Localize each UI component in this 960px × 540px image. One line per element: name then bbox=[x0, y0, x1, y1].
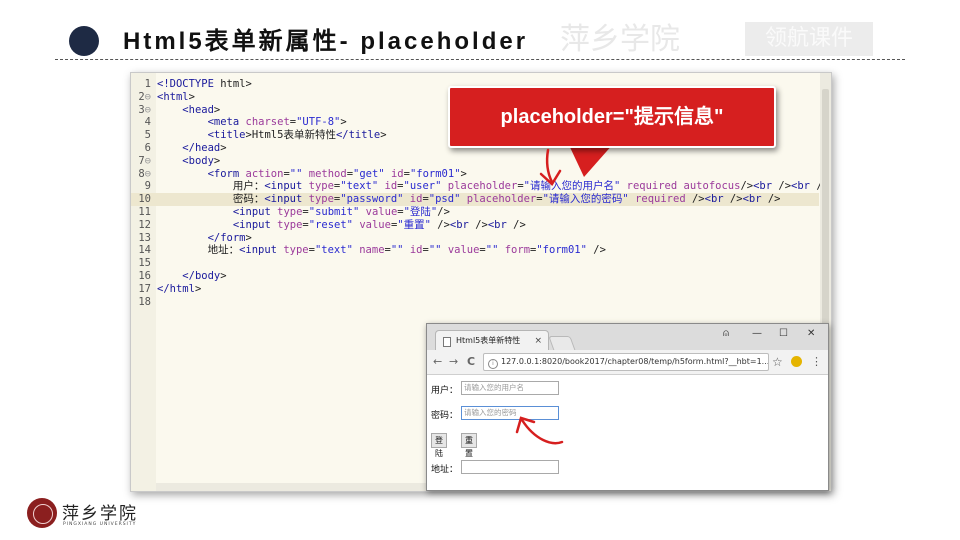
tab-close-icon[interactable]: × bbox=[534, 331, 542, 351]
new-tab-button[interactable] bbox=[548, 336, 576, 351]
browser-tab-bar: Html5表单新特性 × ⍝ — ☐ ✕ bbox=[427, 324, 828, 351]
tab-title: Html5表单新特性 bbox=[456, 336, 521, 345]
code-line: 11 <input type="submit" value="登陆"/> bbox=[131, 206, 819, 219]
line-number: 10 bbox=[138, 193, 151, 206]
code-text: 地址：<input type="text" name="" id="" valu… bbox=[157, 244, 606, 257]
address-label: 地址： bbox=[431, 465, 459, 475]
browser-tab[interactable]: Html5表单新特性 × bbox=[435, 330, 549, 351]
line-number: 17 bbox=[138, 282, 151, 295]
user-label: 用户： bbox=[431, 386, 459, 396]
line-number: 6 bbox=[144, 141, 151, 154]
code-text: <html> bbox=[157, 90, 195, 103]
browser-address-bar: ← → C i 127.0.0.1:8020/book2017/chapter08… bbox=[427, 350, 828, 375]
line-number: 8⊖ bbox=[138, 167, 151, 180]
callout-box: placeholder="提示信息" bbox=[448, 86, 776, 148]
line-number: 12 bbox=[138, 218, 151, 231]
user-input[interactable]: 请输入您的用户名 bbox=[461, 381, 559, 395]
code-text: </form> bbox=[207, 231, 252, 244]
callout-text: placeholder="提示信息" bbox=[500, 106, 724, 128]
page-icon bbox=[443, 337, 451, 347]
university-english-name: PINGXIANG UNIVERSITY bbox=[63, 522, 137, 527]
info-icon[interactable]: i bbox=[488, 359, 498, 369]
code-line: 15 bbox=[131, 257, 819, 270]
rendered-form: 用户： 请输入您的用户名 密码： 请输入您的密码 登陆 重置 地址： bbox=[427, 375, 828, 490]
url-text: 127.0.0.1:8020/book2017/chapter08/temp/h… bbox=[501, 357, 769, 366]
slide-title: Html5表单新属性- placeholder bbox=[123, 28, 529, 55]
submit-button[interactable]: 登陆 bbox=[431, 433, 447, 458]
line-number: 5 bbox=[144, 129, 151, 142]
line-number: 14 bbox=[138, 244, 151, 257]
password-label: 密码： bbox=[431, 411, 459, 421]
code-text: </body> bbox=[182, 269, 227, 282]
code-line: 10 密码：<input type="password" id="psd" pl… bbox=[131, 193, 819, 206]
line-number: 15 bbox=[138, 257, 151, 270]
code-text: </head> bbox=[182, 141, 227, 154]
browser-window: Html5表单新特性 × ⍝ — ☐ ✕ ← → C i 127.0.0.1:80… bbox=[426, 323, 829, 491]
code-line: 9 用户：<input type="text" id="user" placeh… bbox=[131, 180, 829, 193]
code-text: <title>Html5表单新特性</title> bbox=[207, 129, 387, 142]
line-number: 13 bbox=[138, 231, 151, 244]
line-number: 9 bbox=[144, 180, 151, 193]
code-line: 12 <input type="reset" value="重置" /><br … bbox=[131, 219, 819, 232]
close-window-icon[interactable]: ✕ bbox=[807, 327, 815, 341]
line-number: 1 bbox=[144, 78, 151, 90]
reload-icon[interactable]: C bbox=[467, 354, 475, 370]
minimize-icon[interactable]: — bbox=[752, 327, 762, 341]
line-number: 16 bbox=[138, 269, 151, 282]
code-text: <input type="reset" value="重置" /><br /><… bbox=[232, 218, 526, 231]
watermark-school-name: 萍乡学院 bbox=[560, 22, 680, 57]
title-bullet-dot bbox=[69, 26, 99, 56]
code-line: 7⊖ <body> bbox=[131, 155, 819, 168]
code-text: <meta charset="UTF-8"> bbox=[207, 116, 347, 129]
line-number: 7⊖ bbox=[138, 154, 151, 167]
browser-menu-icon[interactable]: ⋮ bbox=[811, 354, 822, 370]
university-seal-logo bbox=[27, 498, 57, 528]
code-text: <form action="" method="get" id="form01"… bbox=[207, 167, 467, 180]
code-text: </html> bbox=[157, 282, 202, 295]
line-number: 4 bbox=[144, 116, 151, 129]
title-divider bbox=[55, 59, 905, 60]
watermark-courseware-badge: 领航课件 bbox=[745, 22, 873, 56]
code-text: 用户：<input type="text" id="user" placehol… bbox=[157, 180, 829, 193]
url-input[interactable]: i 127.0.0.1:8020/book2017/chapter08/temp/… bbox=[483, 353, 769, 371]
code-text: <body> bbox=[182, 154, 221, 167]
extension-icon[interactable] bbox=[791, 356, 802, 367]
code-line: 8⊖ <form action="" method="get" id="form… bbox=[131, 168, 819, 181]
code-line: 18 bbox=[131, 296, 819, 309]
line-number: 3⊖ bbox=[138, 103, 151, 116]
line-number: 18 bbox=[138, 295, 151, 308]
code-text: <!DOCTYPE html> bbox=[157, 78, 252, 90]
account-icon[interactable]: ⍝ bbox=[723, 327, 729, 341]
callout-pointer bbox=[568, 143, 614, 177]
back-icon[interactable]: ← bbox=[433, 354, 442, 370]
code-line: 16 </body> bbox=[131, 270, 819, 283]
maximize-icon[interactable]: ☐ bbox=[779, 327, 788, 341]
code-text: <input type="submit" value="登陆"/> bbox=[232, 205, 450, 218]
password-input[interactable]: 请输入您的密码 bbox=[461, 406, 559, 420]
address-input[interactable] bbox=[461, 460, 559, 474]
bookmark-star-icon[interactable]: ☆ bbox=[772, 354, 783, 370]
code-text: <head> bbox=[182, 103, 221, 116]
line-number: 11 bbox=[138, 205, 151, 218]
code-line: 17 </html> bbox=[131, 283, 819, 296]
code-line: 13 </form> bbox=[131, 232, 819, 245]
forward-icon[interactable]: → bbox=[449, 354, 458, 370]
code-text: 密码：<input type="password" id="psd" place… bbox=[157, 193, 781, 206]
line-number: 2⊖ bbox=[138, 90, 151, 103]
university-name: 萍乡学院 bbox=[62, 504, 138, 524]
code-line: 14 地址：<input type="text" name="" id="" v… bbox=[131, 244, 819, 257]
reset-button[interactable]: 重置 bbox=[461, 433, 477, 458]
